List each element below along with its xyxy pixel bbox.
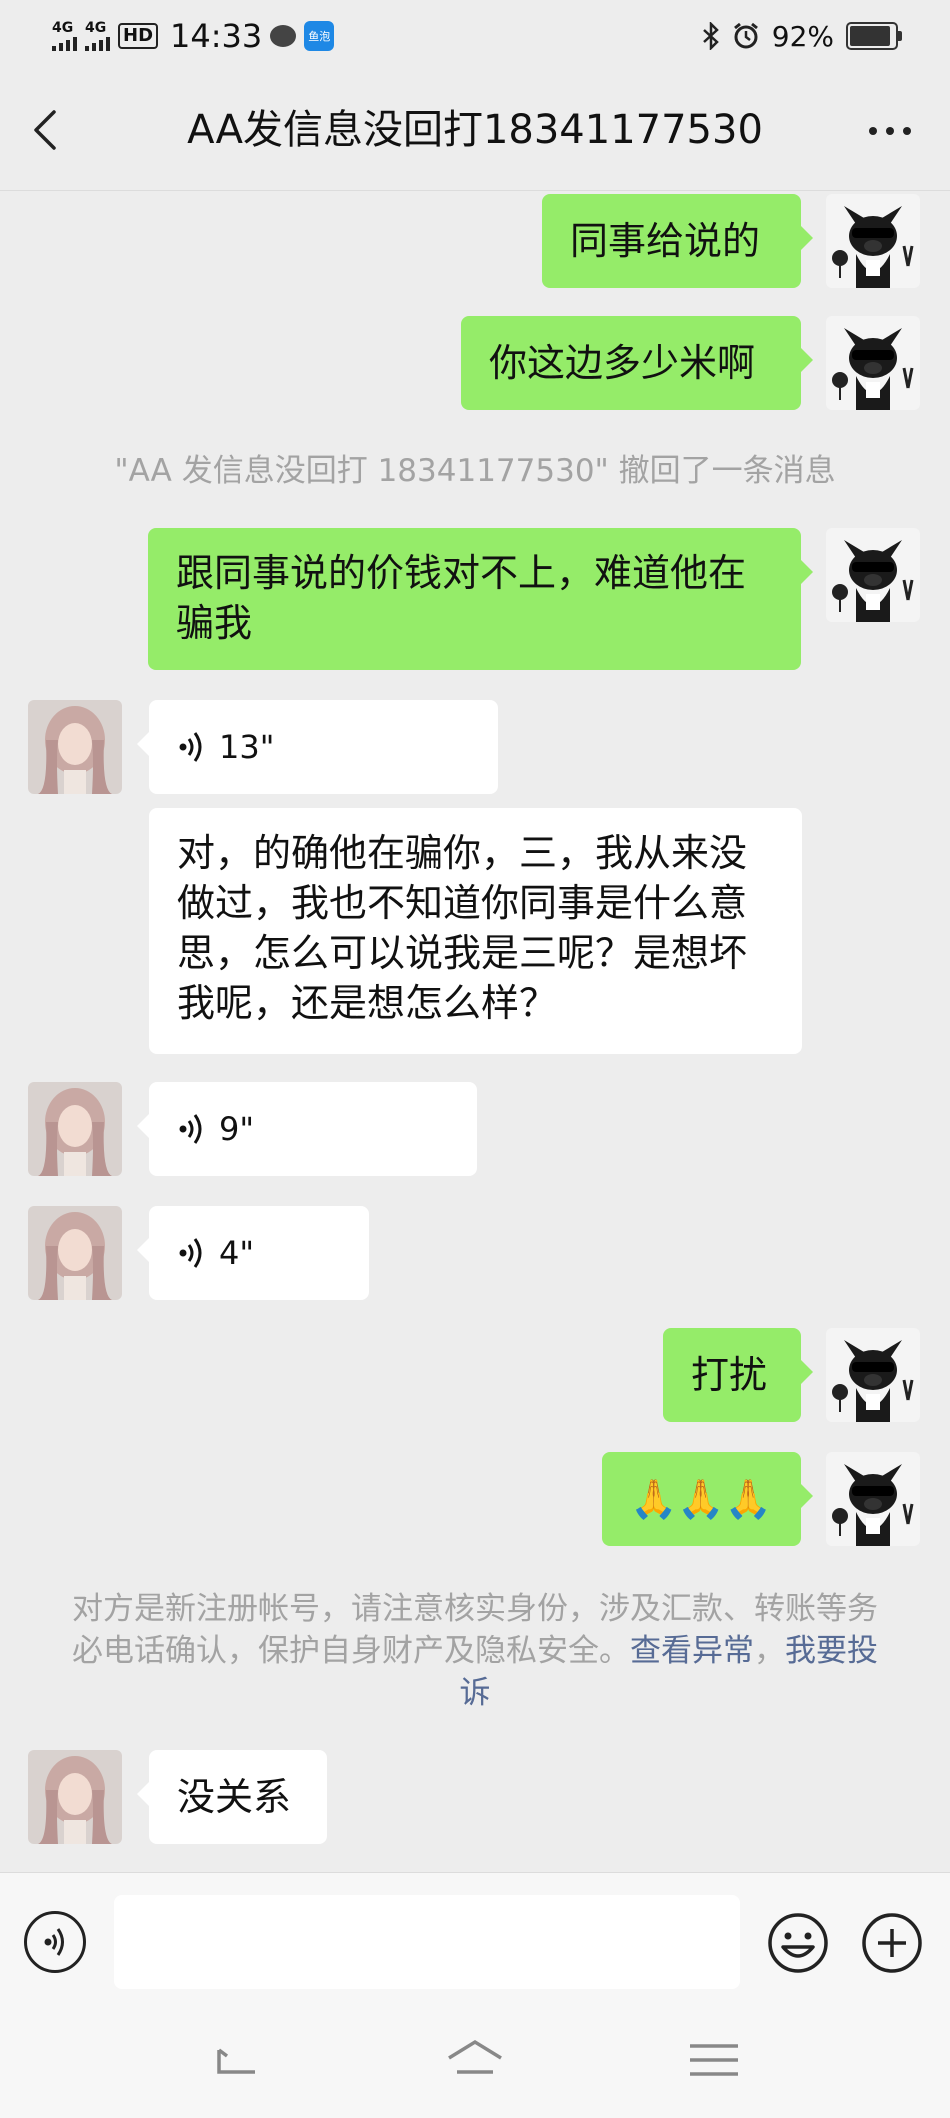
chat-title: AA发信息没回打18341177530: [187, 107, 763, 153]
status-time: 14:33: [170, 17, 263, 55]
message-input[interactable]: [114, 1895, 740, 1989]
emoji-icon[interactable]: [766, 1911, 830, 1975]
contact-avatar[interactable]: [28, 1082, 122, 1176]
voice-message: 9": [177, 1104, 254, 1154]
more-dots-icon[interactable]: [860, 116, 920, 146]
my-avatar[interactable]: [826, 316, 920, 410]
chevron-left-icon[interactable]: [30, 108, 74, 152]
message-bubble-outgoing[interactable]: 同事给说的: [542, 194, 813, 288]
battery-icon: [846, 22, 902, 50]
system-nav-bar: [0, 2010, 950, 2118]
chat-notification-icon: [270, 25, 297, 47]
nav-menu-icon[interactable]: [682, 2036, 746, 2092]
bluetooth-icon: [702, 22, 719, 50]
hd-badge: HD: [118, 23, 159, 49]
message-emoji: 🙏🙏🙏: [630, 1477, 772, 1521]
voice-message: 13": [177, 722, 274, 772]
voice-duration: 4": [219, 1234, 255, 1272]
network-label-1: 4G: [52, 20, 74, 36]
message-list[interactable]: 同事给说的 你这边多少米啊 "AA 发信息没回打 18341177530" 撤回…: [0, 190, 950, 1872]
plus-icon[interactable]: [860, 1911, 924, 1975]
voice-message-bubble[interactable]: 4": [137, 1206, 369, 1300]
message-bubble-outgoing[interactable]: 打扰: [663, 1328, 813, 1422]
input-bar: [0, 1872, 950, 2011]
view-exception-link[interactable]: 查看异常: [630, 1633, 754, 1669]
status-right: 92%: [702, 14, 902, 58]
voice-message-bubble[interactable]: 9": [137, 1082, 477, 1176]
message-bubble-outgoing[interactable]: 🙏🙏🙏: [602, 1452, 813, 1546]
message-bubble-outgoing[interactable]: 你这边多少米啊: [461, 316, 813, 410]
nav-home-icon[interactable]: [443, 2036, 507, 2092]
voice-wave-icon: [179, 1114, 202, 1144]
network-label-2: 4G: [85, 20, 107, 36]
message-text: 对，的确他在骗你，三，我从来没做过，我也不知道你同事是什么意思，怎么可以说我是三…: [177, 831, 748, 1025]
signal-bars-icon: [85, 35, 110, 51]
nav-back-icon[interactable]: [205, 2036, 269, 2092]
voice-duration: 9": [219, 1110, 255, 1148]
message-text: 同事给说的: [570, 219, 761, 263]
my-avatar[interactable]: [826, 1328, 920, 1422]
voice-message: 4": [177, 1228, 254, 1278]
my-avatar[interactable]: [826, 194, 920, 288]
my-avatar[interactable]: [826, 1452, 920, 1546]
message-text: 打扰: [691, 1353, 768, 1397]
message-text: 你这边多少米啊: [489, 341, 756, 385]
status-bar: 4G 4G HD 14:33 鱼泡 92%: [0, 0, 950, 72]
voice-wave-icon: [179, 1238, 202, 1268]
security-warning: 对方是新注册帐号，请注意核实身份，涉及汇款、转账等务必电话确认，保护自身财产及隐…: [70, 1588, 880, 1714]
my-avatar[interactable]: [826, 528, 920, 622]
status-left: 4G 4G HD 14:33 鱼泡: [52, 14, 335, 58]
battery-percent: 92%: [771, 19, 834, 53]
voice-message-bubble[interactable]: 13": [137, 700, 498, 794]
contact-avatar[interactable]: [28, 1750, 122, 1844]
app-notification-icon: 鱼泡: [304, 21, 335, 51]
message-bubble-outgoing[interactable]: 跟同事说的价钱对不上，难道他在骗我: [148, 528, 813, 670]
recall-notice: "AA 发信息没回打 18341177530" 撤回了一条消息: [114, 453, 836, 489]
voice-duration: 13": [219, 728, 275, 766]
contact-avatar[interactable]: [28, 1206, 122, 1300]
chat-header: AA发信息没回打18341177530: [0, 72, 950, 191]
message-bubble-incoming[interactable]: 对，的确他在骗你，三，我从来没做过，我也不知道你同事是什么意思，怎么可以说我是三…: [149, 808, 802, 1054]
voice-wave-icon: [179, 732, 202, 762]
message-text: 跟同事说的价钱对不上，难道他在骗我: [176, 551, 747, 645]
message-text: 没关系: [177, 1775, 292, 1819]
message-bubble-incoming[interactable]: 没关系: [137, 1750, 327, 1844]
contact-avatar[interactable]: [28, 700, 122, 794]
signal-bars-icon: [52, 35, 77, 51]
alarm-icon: [733, 22, 758, 49]
warning-separator: ，: [754, 1633, 785, 1669]
signal-2: 4G: [85, 21, 110, 51]
signal-1: 4G: [52, 21, 77, 51]
voice-icon[interactable]: [24, 1911, 86, 1973]
